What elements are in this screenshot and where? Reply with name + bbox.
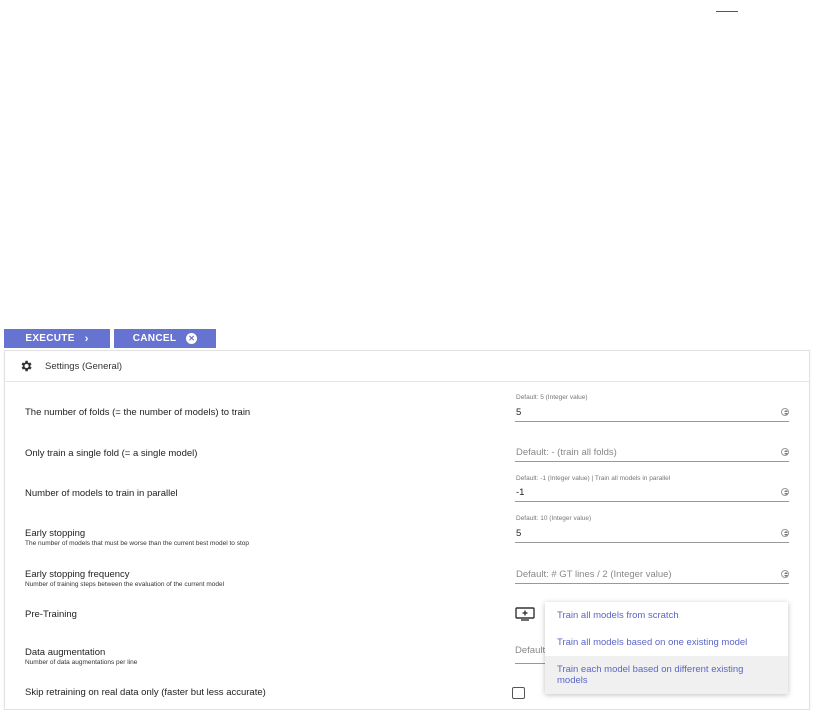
spinner-icon[interactable]: [781, 448, 789, 456]
execute-button[interactable]: EXECUTE ›: [4, 329, 110, 348]
early-stopping-frequency-input[interactable]: Default: # GT lines / 2 (Integer value): [515, 566, 789, 584]
settings-panel-title: Settings (General): [45, 360, 123, 372]
cancel-button[interactable]: CANCEL ✕: [114, 329, 216, 348]
parallel-input[interactable]: -1: [515, 484, 789, 502]
spinner-icon[interactable]: [781, 488, 789, 496]
settings-panel-header[interactable]: Settings (General): [5, 351, 809, 382]
early-stopping-description: The number of models that must be worse …: [25, 540, 250, 547]
parallel-value: -1: [516, 487, 525, 498]
single-fold-placeholder: Default: - (train all folds): [516, 447, 617, 458]
early-stopping-label: Early stopping: [25, 528, 86, 539]
data-augmentation-placeholder[interactable]: Default: [515, 645, 549, 656]
close-circle-icon: ✕: [186, 333, 198, 344]
early-stopping-frequency-placeholder: Default: # GT lines / 2 (Integer value): [516, 569, 672, 580]
pretraining-option-one-model[interactable]: Train all models based on one existing m…: [545, 629, 788, 656]
skip-retraining-label: Skip retraining on real data only (faste…: [25, 687, 266, 698]
execute-button-label: EXECUTE: [25, 333, 75, 344]
data-augmentation-description: Number of data augmentations per line: [25, 659, 138, 666]
add-to-queue-icon[interactable]: [515, 607, 535, 621]
gear-icon: [21, 360, 32, 372]
pretraining-option-scratch[interactable]: Train all models from scratch: [545, 602, 788, 629]
early-stopping-input[interactable]: 5: [515, 525, 789, 543]
folds-hint: Default: 5 (Integer value): [516, 394, 588, 401]
spinner-icon[interactable]: [781, 408, 789, 416]
data-augmentation-underline: [515, 663, 549, 664]
chevron-right-icon: ›: [84, 332, 89, 345]
early-stopping-value: 5: [516, 528, 522, 539]
spinner-icon[interactable]: [781, 570, 789, 578]
early-stopping-frequency-description: Number of training steps between the eva…: [25, 581, 225, 588]
single-fold-label: Only train a single fold (= a single mod…: [25, 448, 198, 459]
pretraining-label: Pre-Training: [25, 609, 77, 620]
early-stopping-frequency-label: Early stopping frequency: [25, 569, 130, 580]
pretraining-option-different-models[interactable]: Train each model based on different exis…: [545, 656, 788, 694]
spinner-icon[interactable]: [781, 529, 789, 537]
early-stopping-hint: Default: 10 (Integer value): [516, 515, 592, 522]
data-augmentation-label: Data augmentation: [25, 647, 106, 658]
pretraining-menu: Train all models from scratch Train all …: [545, 602, 788, 694]
single-fold-input[interactable]: Default: - (train all folds): [515, 444, 789, 462]
parallel-hint: Default: -1 (Integer value) | Train all …: [516, 475, 671, 482]
folds-value: 5: [516, 407, 522, 418]
folds-input[interactable]: 5: [515, 404, 789, 422]
top-decoration-line: [716, 0, 738, 12]
skip-retraining-checkbox[interactable]: [512, 687, 525, 699]
parallel-label: Number of models to train in parallel: [25, 488, 178, 499]
cancel-button-label: CANCEL: [132, 333, 177, 344]
action-bar: EXECUTE › CANCEL ✕: [4, 329, 216, 348]
folds-label: The number of folds (= the number of mod…: [25, 407, 251, 418]
